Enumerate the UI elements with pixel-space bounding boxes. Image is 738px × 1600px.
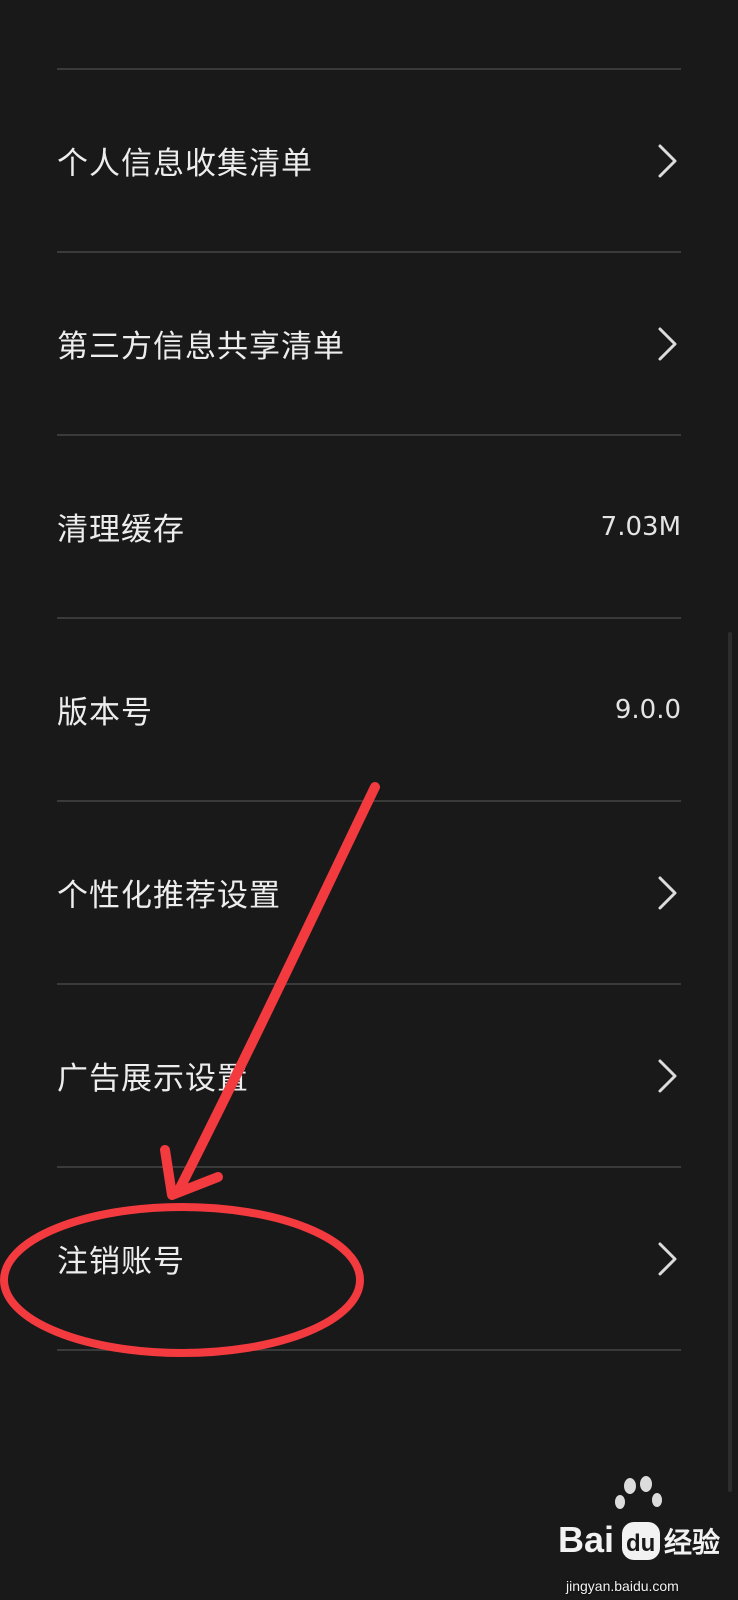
settings-item-label: 第三方信息共享清单 — [57, 329, 345, 365]
settings-item-clear-cache[interactable]: 清理缓存 7.03M — [57, 435, 681, 618]
chevron-right-icon — [658, 1242, 677, 1275]
watermark-du: du — [626, 1530, 655, 1557]
chevron-right-icon — [658, 327, 677, 360]
scrollbar[interactable] — [728, 632, 732, 1492]
settings-item-label: 个性化推荐设置 — [57, 878, 281, 914]
settings-item-ad-display[interactable]: 广告展示设置 — [57, 984, 681, 1167]
settings-item-label: 清理缓存 — [57, 512, 185, 548]
baidu-jingyan-watermark: Bai du 经验 jingyan.baidu.com — [558, 1472, 730, 1594]
settings-item-delete-account[interactable]: 注销账号 — [57, 1167, 681, 1350]
watermark-brand: Bai — [560, 1519, 614, 1560]
settings-item-label: 个人信息收集清单 — [57, 146, 313, 182]
settings-item-personalized-recommendation[interactable]: 个性化推荐设置 — [57, 801, 681, 984]
cache-size-value: 7.03M — [600, 511, 681, 542]
settings-item-label: 注销账号 — [57, 1244, 185, 1280]
settings-item-third-party-sharing-list[interactable]: 第三方信息共享清单 — [57, 252, 681, 435]
settings-item-label: 版本号 — [57, 695, 153, 731]
watermark-url: jingyan.baidu.com — [566, 1578, 679, 1594]
settings-item-label: 广告展示设置 — [57, 1061, 249, 1097]
watermark-suffix: 经验 — [664, 1526, 720, 1559]
divider — [57, 1349, 681, 1351]
settings-item-version: 版本号 9.0.0 — [57, 618, 681, 801]
chevron-right-icon — [658, 876, 677, 909]
version-value: 9.0.0 — [614, 694, 681, 725]
chevron-right-icon — [658, 144, 677, 177]
baidu-paw-logo: Bai du 经验 — [558, 1476, 720, 1560]
settings-screen: 个人信息收集清单 第三方信息共享清单 清理缓存 7.03M 版本号 9.0.0 … — [0, 0, 738, 1600]
chevron-right-icon — [658, 1059, 677, 1092]
settings-item-personal-info-list[interactable]: 个人信息收集清单 — [57, 69, 681, 252]
